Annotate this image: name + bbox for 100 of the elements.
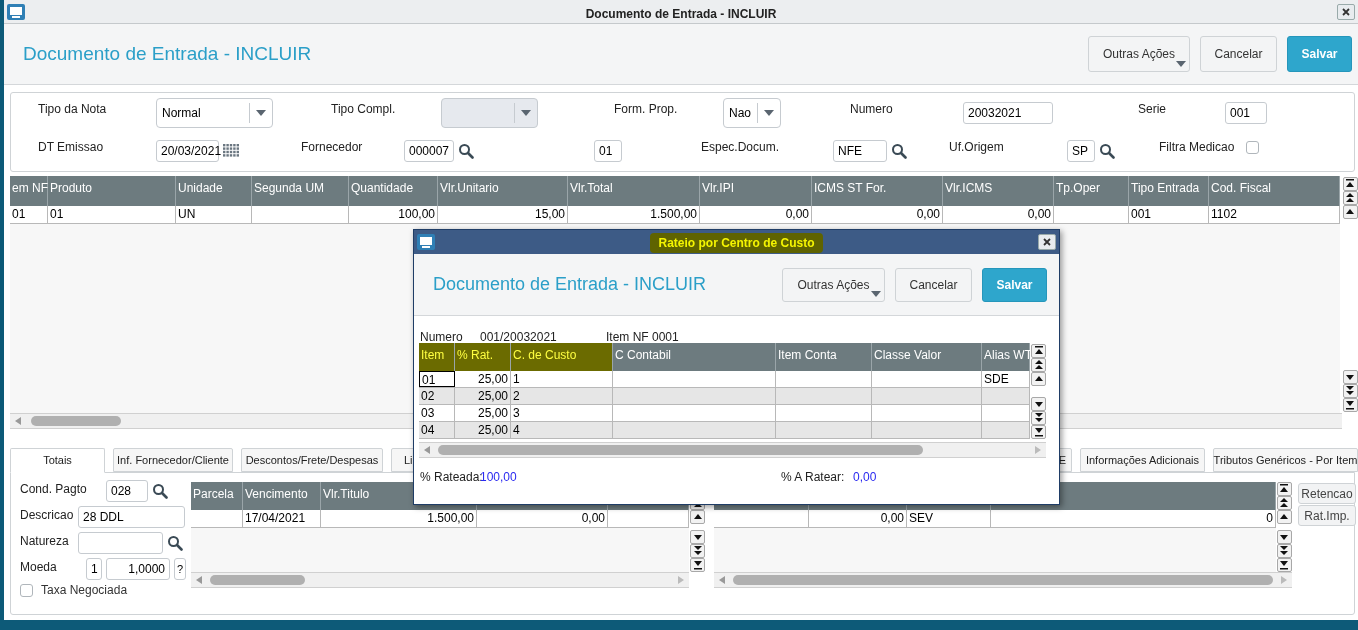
scroll-to-top-button[interactable] (1276, 482, 1292, 496)
table-cell: UN (176, 206, 252, 223)
checkbox[interactable] (1246, 140, 1259, 154)
button[interactable]: Cancelar (1200, 36, 1277, 72)
input-field[interactable]: 000007 (404, 140, 454, 162)
arrow-to-top-icon (1345, 179, 1355, 189)
field-value: 100,00 (480, 469, 518, 486)
search-icon[interactable] (152, 483, 168, 499)
tab[interactable]: Inf. Fornecedor/Cliente (113, 448, 233, 472)
scroll-up-button[interactable] (1031, 372, 1046, 386)
table-cell: 0,00 (943, 206, 1054, 223)
scroll-up-button[interactable] (1276, 510, 1292, 524)
input-field[interactable]: 1,0000 (106, 558, 170, 580)
double-up-arrow-icon (1345, 193, 1355, 203)
close-button[interactable] (1337, 3, 1355, 20)
scrollbar-thumb[interactable] (438, 445, 923, 455)
field-label: Filtra Medicao (1159, 139, 1235, 156)
arrow-to-bottom-icon (1279, 560, 1289, 570)
table-cell: SDE (982, 371, 1030, 387)
scroll-to-bottom-button[interactable] (1276, 558, 1292, 572)
input-field[interactable]: 20032021 (963, 102, 1053, 124)
tab[interactable]: Tributos Genéricos - Por Item (1213, 448, 1358, 472)
input-field[interactable]: 20/03/2021 (156, 140, 219, 162)
dropdown-field[interactable]: Nao (723, 98, 781, 128)
page-up-button[interactable] (1342, 191, 1358, 205)
up-arrow-icon (1033, 374, 1044, 384)
column-header: Vlr.Total (568, 176, 700, 206)
tab[interactable]: Descontos/Frete/Despesas (241, 448, 383, 472)
scroll-to-top-button[interactable] (1031, 344, 1046, 358)
field-label: Moeda (20, 559, 58, 576)
close-button[interactable] (1038, 234, 1056, 250)
scroll-down-button[interactable] (690, 530, 705, 544)
page-up-button[interactable] (1276, 496, 1292, 510)
column-header: Classe Valor (872, 343, 982, 371)
scrollbar-thumb[interactable] (210, 575, 305, 585)
table-cell: 25,00 (455, 405, 511, 421)
scroll-down-button[interactable] (1342, 370, 1358, 384)
field-label: Numero (850, 101, 893, 118)
checkbox-label: Taxa Negociada (41, 582, 128, 599)
down-arrow-icon (1345, 372, 1355, 382)
page-down-button[interactable] (690, 544, 705, 558)
input-field[interactable]: 28 DDL (78, 506, 185, 528)
right-arrow-icon (1035, 446, 1041, 454)
button[interactable]: Retencao (1298, 483, 1356, 504)
search-icon[interactable] (1099, 143, 1115, 159)
input-field[interactable] (78, 532, 163, 554)
column-header: em NF (10, 176, 48, 206)
input-field[interactable]: 01 (594, 140, 622, 162)
column-header: C. de Custo (511, 343, 613, 371)
right-arrow-icon (1281, 576, 1287, 584)
page-down-button[interactable] (1031, 411, 1046, 425)
scroll-down-button[interactable] (1276, 530, 1292, 544)
scroll-to-top-button[interactable] (1342, 177, 1358, 191)
scrollbar-thumb[interactable] (733, 575, 1273, 585)
double-down-arrow-icon (1033, 413, 1044, 423)
field-label: Numero (420, 329, 464, 346)
field-label: Natureza (20, 533, 70, 550)
input-field[interactable]: 001 (1225, 102, 1267, 124)
page-down-button[interactable] (1342, 384, 1358, 398)
search-icon[interactable] (458, 143, 474, 159)
button[interactable]: Cancelar (895, 267, 972, 302)
input-field[interactable]: 1 (86, 558, 102, 580)
input-field[interactable]: 028 (106, 480, 148, 502)
help-button[interactable]: ? (174, 558, 186, 580)
arrow-to-top-icon (1033, 346, 1044, 356)
tab[interactable]: Totais (10, 448, 105, 473)
double-up-arrow-icon (1279, 498, 1289, 508)
button[interactable]: Rat.Imp. (1298, 505, 1356, 526)
up-arrow-icon (692, 512, 703, 522)
up-arrow-icon (1345, 207, 1355, 217)
up-arrow-icon (1279, 512, 1289, 522)
input-field[interactable]: SP (1067, 140, 1095, 162)
page-up-button[interactable] (1031, 358, 1046, 372)
scroll-down-button[interactable] (1031, 397, 1046, 411)
column-header: Cod. Fiscal (1209, 176, 1340, 206)
arrow-to-bottom-icon (1345, 400, 1355, 410)
table-cell: 17/04/2021 (243, 510, 321, 527)
input-field[interactable]: NFE (833, 140, 887, 162)
tab[interactable]: Informações Adicionais (1080, 448, 1205, 472)
calendar-icon[interactable] (223, 144, 240, 158)
search-icon[interactable] (891, 143, 907, 159)
scroll-to-bottom-button[interactable] (1342, 398, 1358, 412)
field-label: Cond. Pagto (20, 481, 88, 498)
close-icon (1342, 7, 1350, 16)
scroll-to-bottom-button[interactable] (690, 558, 705, 572)
button[interactable]: Outras Ações (782, 267, 885, 302)
dropdown-field[interactable]: Normal (156, 98, 273, 128)
app-icon (417, 234, 435, 250)
left-arrow-icon (196, 576, 202, 584)
search-icon[interactable] (167, 535, 183, 551)
caret-icon (764, 110, 774, 116)
column-header: Item (419, 343, 455, 371)
page-down-button[interactable] (1276, 544, 1292, 558)
scroll-to-bottom-button[interactable] (1031, 425, 1046, 439)
button[interactable]: Outras Ações (1088, 36, 1190, 72)
scrollbar-thumb[interactable] (31, 416, 121, 426)
scroll-up-button[interactable] (1342, 205, 1358, 219)
caret-icon (1176, 61, 1186, 67)
scroll-up-button[interactable] (690, 510, 705, 524)
checkbox[interactable] (20, 583, 33, 597)
